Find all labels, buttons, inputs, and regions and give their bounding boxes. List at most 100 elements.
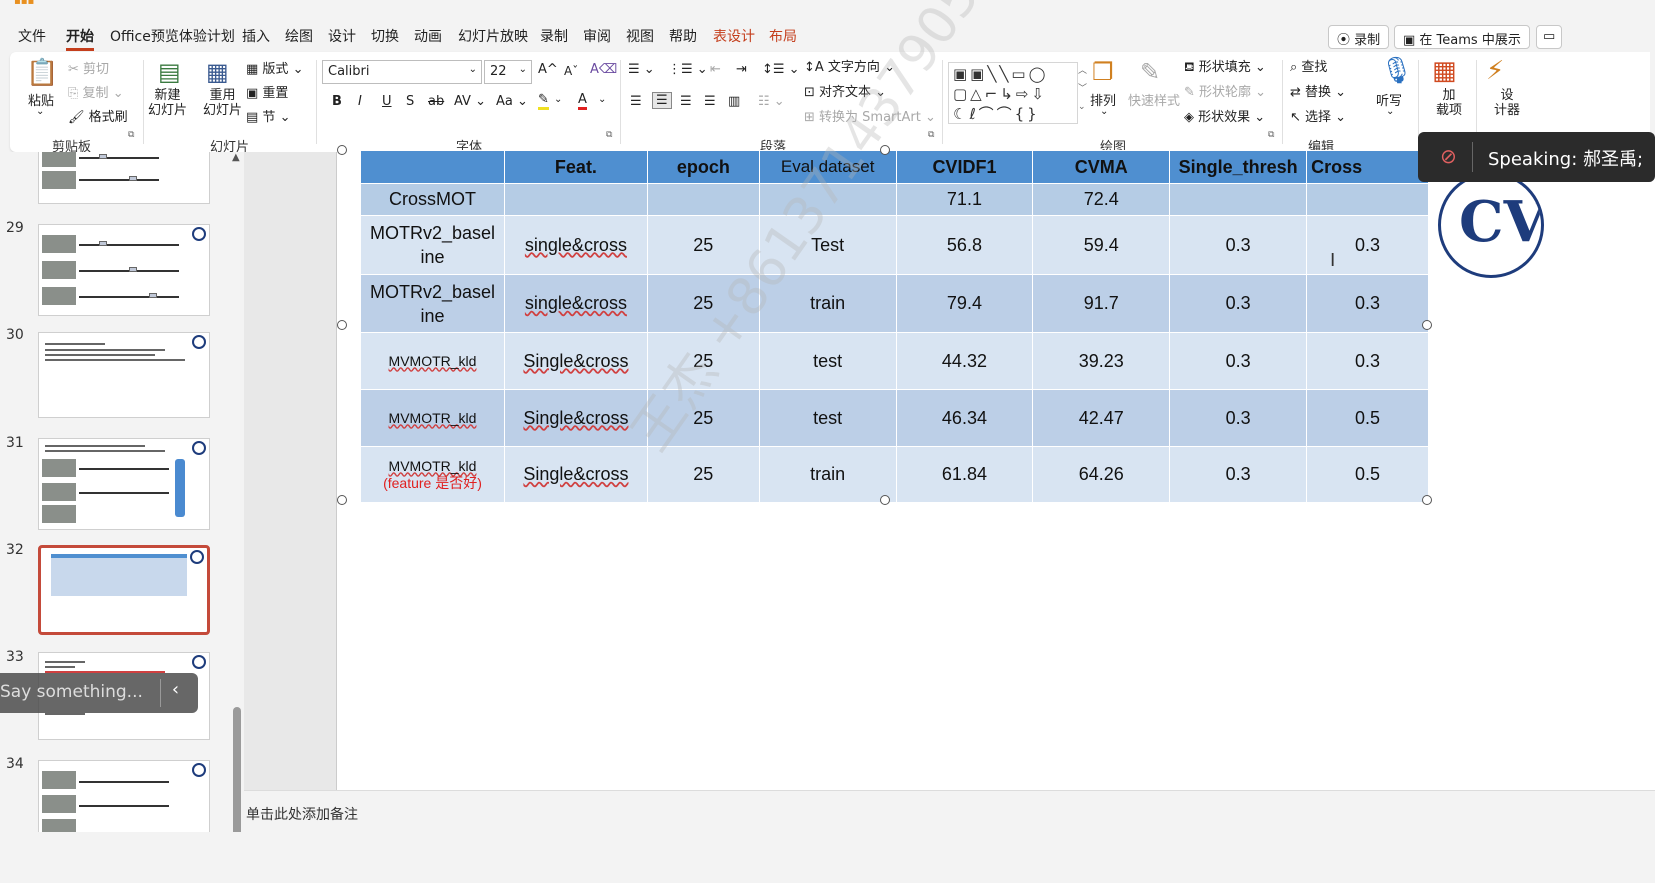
- chevron-left-icon[interactable]: ‹: [160, 679, 190, 707]
- gallery-scroll-icon[interactable]: ︿ ﹀ ⌄: [1078, 62, 1087, 116]
- table-cell[interactable]: Single&cross: [503, 332, 648, 390]
- decrease-indent-icon[interactable]: ⇤: [710, 62, 721, 77]
- slide-thumbnail-30[interactable]: [38, 332, 210, 418]
- increase-indent-icon[interactable]: ⇥: [736, 62, 747, 77]
- slide-thumbnail-32[interactable]: [38, 545, 210, 635]
- chevron-down-icon[interactable]: ⌄: [1100, 106, 1108, 117]
- table-cell[interactable]: 72.4: [1032, 183, 1171, 216]
- header-cell[interactable]: CVIDF1: [895, 150, 1034, 184]
- tab-view[interactable]: 视图: [626, 26, 654, 46]
- new-slide-button[interactable]: 新建 幻灯片: [148, 88, 187, 118]
- slide-thumbnail-28[interactable]: [38, 152, 210, 204]
- header-cell[interactable]: Single_thresh: [1169, 150, 1308, 184]
- underline-icon[interactable]: U: [382, 94, 392, 109]
- tab-layout[interactable]: 布局: [769, 26, 797, 46]
- table-cell[interactable]: 0.3: [1169, 446, 1308, 503]
- tab-review[interactable]: 审阅: [583, 26, 611, 46]
- select-button[interactable]: ↖ 选择 ⌄: [1290, 106, 1346, 125]
- table-cell[interactable]: single&cross: [503, 215, 648, 275]
- table-cell[interactable]: 56.8: [895, 215, 1034, 275]
- tab-draw[interactable]: 绘图: [285, 26, 313, 46]
- table-cell[interactable]: CrossMOT: [360, 183, 505, 216]
- distributed-icon[interactable]: ▥: [728, 94, 740, 109]
- table-cell[interactable]: MVMOTR_kld: [360, 389, 505, 447]
- change-case-icon[interactable]: Aa ⌄: [496, 94, 528, 109]
- find-button[interactable]: ⌕ 查找: [1290, 56, 1327, 75]
- table-cell[interactable]: 0.3: [1306, 215, 1429, 275]
- tab-design[interactable]: 设计: [328, 26, 356, 46]
- tab-insert[interactable]: 插入: [242, 26, 270, 46]
- table-cell[interactable]: 79.4: [895, 274, 1034, 333]
- table-cell[interactable]: test: [758, 332, 897, 390]
- table-cell[interactable]: 0.3: [1169, 332, 1308, 390]
- resize-handle[interactable]: [880, 495, 890, 505]
- clipboard-launcher-icon[interactable]: ⧉: [128, 130, 134, 140]
- resize-handle[interactable]: [337, 320, 347, 330]
- layout-button[interactable]: ▦ 版式 ⌄: [246, 58, 303, 77]
- table-cell[interactable]: 91.7: [1032, 274, 1171, 333]
- resize-handle[interactable]: [337, 495, 347, 505]
- grow-font-icon[interactable]: A^: [538, 62, 558, 77]
- slide-thumbnail-29[interactable]: [38, 224, 210, 316]
- table-cell[interactable]: 0.5: [1306, 446, 1429, 503]
- chevron-down-icon[interactable]: ⌄: [598, 94, 606, 105]
- section-button[interactable]: ▤ 节 ⌄: [246, 106, 290, 125]
- addins-button[interactable]: 加 载项: [1436, 88, 1462, 118]
- replace-button[interactable]: ⇄ 替换 ⌄: [1290, 81, 1346, 100]
- drawing-launcher-icon[interactable]: ⧉: [1268, 130, 1274, 140]
- tab-slideshow[interactable]: 幻灯片放映: [458, 26, 528, 46]
- live-caption-bar[interactable]: Say something... ‹: [0, 673, 198, 713]
- resize-handle[interactable]: [1422, 495, 1432, 505]
- font-color-icon[interactable]: A: [578, 92, 587, 110]
- table-cell[interactable]: train: [758, 446, 897, 503]
- align-right-icon[interactable]: ☰: [680, 94, 692, 109]
- thumbnails-scrollbar[interactable]: ▲: [230, 152, 244, 883]
- header-cell[interactable]: CVMA: [1032, 150, 1171, 184]
- chevron-down-icon[interactable]: ⌄: [554, 94, 562, 105]
- table-cell[interactable]: [503, 183, 648, 216]
- header-cell[interactable]: epoch: [646, 150, 760, 184]
- table-cell[interactable]: MOTRv2_basel ine: [360, 215, 505, 275]
- table-cell[interactable]: 71.1: [895, 183, 1034, 216]
- comments-button[interactable]: ▭: [1536, 25, 1563, 49]
- format-painter-button[interactable]: 🖌 格式刷: [68, 106, 128, 125]
- table-cell[interactable]: 39.23: [1032, 332, 1171, 390]
- table-cell[interactable]: [1306, 183, 1429, 216]
- quick-styles-button[interactable]: 快速样式: [1128, 90, 1180, 109]
- slide-thumbnail-34[interactable]: [38, 760, 210, 840]
- table-cell[interactable]: [1169, 183, 1308, 216]
- table-cell[interactable]: 0.3: [1169, 274, 1308, 333]
- tab-record[interactable]: 录制: [540, 26, 568, 46]
- font-size-combo[interactable]: 22 ⌄: [484, 60, 532, 84]
- tab-table-design[interactable]: 表设计: [713, 26, 755, 46]
- justify-icon[interactable]: ☰: [704, 94, 716, 109]
- bold-icon[interactable]: B: [332, 94, 342, 109]
- resize-handle[interactable]: [337, 145, 347, 155]
- shadow-icon[interactable]: S: [406, 94, 414, 109]
- table-cell[interactable]: 0.3: [1169, 389, 1308, 447]
- shape-fill-button[interactable]: ⛾ 形状填充 ⌄: [1184, 56, 1266, 77]
- table-cell[interactable]: 0.3: [1306, 332, 1429, 390]
- table-cell[interactable]: 59.4: [1032, 215, 1171, 275]
- font-launcher-icon[interactable]: ⧉: [606, 130, 612, 140]
- highlight-icon[interactable]: ✎: [538, 92, 549, 110]
- resize-handle[interactable]: [1422, 320, 1432, 330]
- present-in-teams-button[interactable]: ▣ 在 Teams 中展示: [1394, 25, 1530, 49]
- header-cell[interactable]: [360, 150, 505, 184]
- char-spacing-icon[interactable]: AV ⌄: [454, 94, 486, 109]
- table-cell[interactable]: 61.84: [895, 446, 1034, 503]
- paste-dropdown-icon[interactable]: ⌄: [36, 106, 44, 117]
- shrink-font-icon[interactable]: Aˇ: [564, 64, 578, 78]
- tab-file[interactable]: 文件: [18, 26, 46, 46]
- cut-button[interactable]: ✂ 剪切: [68, 58, 109, 77]
- copy-button[interactable]: ⎘ 复制 ⌄: [68, 82, 124, 101]
- bullets-icon[interactable]: ☰ ⌄: [628, 62, 655, 77]
- slide-thumbnail-31[interactable]: [38, 438, 210, 530]
- table-cell[interactable]: MVMOTR_kld: [360, 332, 505, 390]
- chevron-down-icon[interactable]: ⌄: [1386, 106, 1394, 117]
- align-center-icon[interactable]: ☰: [652, 92, 672, 109]
- strikethrough-icon[interactable]: ab: [428, 94, 444, 109]
- table-cell[interactable]: test: [758, 389, 897, 447]
- line-spacing-icon[interactable]: ↕☰ ⌄: [762, 62, 800, 77]
- table-cell[interactable]: single&cross: [503, 274, 648, 333]
